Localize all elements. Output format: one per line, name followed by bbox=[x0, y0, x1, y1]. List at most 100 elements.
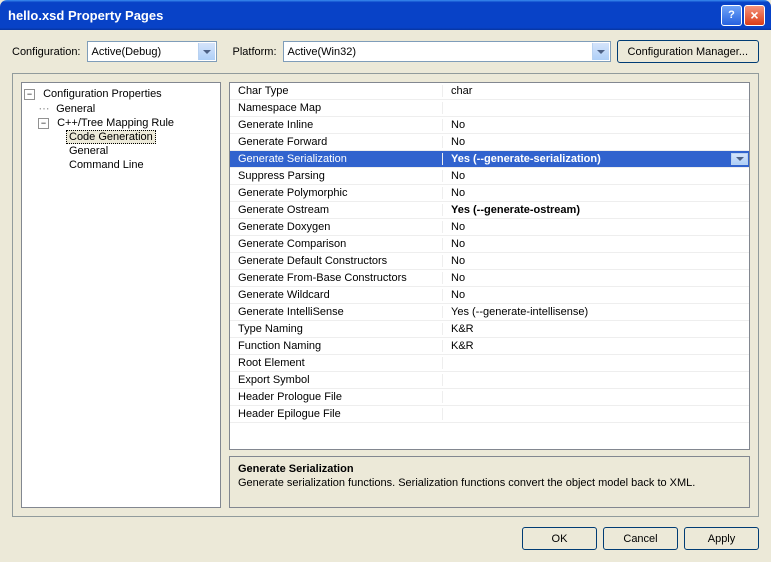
platform-label: Platform: bbox=[233, 46, 277, 58]
property-value[interactable]: No bbox=[443, 255, 749, 267]
chevron-down-icon[interactable] bbox=[592, 43, 609, 60]
property-name: Header Epilogue File bbox=[230, 408, 443, 420]
property-row[interactable]: Generate WildcardNo bbox=[230, 287, 749, 304]
dialog-content: Configuration: Active(Debug) Platform: A… bbox=[0, 30, 771, 560]
close-button[interactable]: × bbox=[744, 5, 765, 26]
property-row[interactable]: Generate InlineNo bbox=[230, 117, 749, 134]
cancel-button[interactable]: Cancel bbox=[603, 527, 678, 550]
property-value[interactable]: char bbox=[443, 85, 749, 97]
tree-item-configuration-properties[interactable]: Configuration Properties bbox=[40, 87, 165, 101]
property-value[interactable]: K&R bbox=[443, 340, 749, 352]
property-grid: Char TypecharNamespace MapGenerate Inlin… bbox=[229, 82, 750, 450]
property-row[interactable]: Function NamingK&R bbox=[230, 338, 749, 355]
property-row[interactable]: Generate Default ConstructorsNo bbox=[230, 253, 749, 270]
tree-root: − Configuration Properties bbox=[24, 87, 218, 101]
description-panel: Generate Serialization Generate serializ… bbox=[229, 456, 750, 508]
property-name: Export Symbol bbox=[230, 374, 443, 386]
property-value[interactable]: K&R bbox=[443, 323, 749, 335]
description-text: Generate serialization functions. Serial… bbox=[238, 477, 741, 489]
tree-item-mapping-rule[interactable]: C++/Tree Mapping Rule bbox=[54, 116, 177, 130]
configuration-combo[interactable]: Active(Debug) bbox=[87, 41, 217, 62]
property-row[interactable]: Header Epilogue File bbox=[230, 406, 749, 423]
property-name: Generate Default Constructors bbox=[230, 255, 443, 267]
platform-combo[interactable]: Active(Win32) bbox=[283, 41, 611, 62]
property-name: Generate Doxygen bbox=[230, 221, 443, 233]
property-row[interactable]: Generate SerializationYes (--generate-se… bbox=[230, 151, 749, 168]
property-name: Namespace Map bbox=[230, 102, 443, 114]
property-name: Generate Comparison bbox=[230, 238, 443, 250]
property-name: Type Naming bbox=[230, 323, 443, 335]
property-row[interactable]: Generate IntelliSenseYes (--generate-int… bbox=[230, 304, 749, 321]
property-name: Generate Inline bbox=[230, 119, 443, 131]
property-name: Generate Ostream bbox=[230, 204, 443, 216]
property-row[interactable]: Generate ForwardNo bbox=[230, 134, 749, 151]
configuration-manager-button[interactable]: Configuration Manager... bbox=[617, 40, 759, 63]
tree-item: Code Generation bbox=[24, 130, 218, 144]
property-value[interactable]: No bbox=[443, 187, 749, 199]
chevron-down-icon[interactable] bbox=[731, 153, 748, 165]
property-name: Generate Polymorphic bbox=[230, 187, 443, 199]
cancel-label: Cancel bbox=[623, 533, 657, 545]
property-name: Generate Forward bbox=[230, 136, 443, 148]
property-name: Generate IntelliSense bbox=[230, 306, 443, 318]
property-row[interactable]: Generate PolymorphicNo bbox=[230, 185, 749, 202]
property-row[interactable]: Type NamingK&R bbox=[230, 321, 749, 338]
configuration-label: Configuration: bbox=[12, 46, 81, 58]
property-row[interactable]: Root Element bbox=[230, 355, 749, 372]
property-value[interactable]: Yes (--generate-serialization) bbox=[443, 153, 749, 165]
tree-collapse-icon[interactable]: − bbox=[24, 89, 35, 100]
property-name: Header Prologue File bbox=[230, 391, 443, 403]
property-name: Root Element bbox=[230, 357, 443, 369]
help-button[interactable]: ? bbox=[721, 5, 742, 26]
tree-item: General bbox=[24, 144, 218, 158]
property-value[interactable]: No bbox=[443, 289, 749, 301]
property-name: Generate Serialization bbox=[230, 153, 443, 165]
property-row[interactable]: Generate ComparisonNo bbox=[230, 236, 749, 253]
window-title: hello.xsd Property Pages bbox=[6, 8, 719, 23]
property-name: Suppress Parsing bbox=[230, 170, 443, 182]
tree-item-general[interactable]: General bbox=[53, 102, 98, 116]
property-name: Generate From-Base Constructors bbox=[230, 272, 443, 284]
right-panel: Char TypecharNamespace MapGenerate Inlin… bbox=[229, 82, 750, 508]
property-row[interactable]: Generate DoxygenNo bbox=[230, 219, 749, 236]
property-name: Char Type bbox=[230, 85, 443, 97]
property-row[interactable]: Generate OstreamYes (--generate-ostream) bbox=[230, 202, 749, 219]
button-row: OK Cancel Apply bbox=[12, 527, 759, 550]
apply-button[interactable]: Apply bbox=[684, 527, 759, 550]
property-name: Generate Wildcard bbox=[230, 289, 443, 301]
property-name: Function Naming bbox=[230, 340, 443, 352]
property-value[interactable]: No bbox=[443, 272, 749, 284]
tree-item-command-line[interactable]: Command Line bbox=[66, 158, 147, 172]
tree-item: ⋯ General bbox=[24, 101, 218, 116]
ok-button[interactable]: OK bbox=[522, 527, 597, 550]
tree-collapse-icon[interactable]: − bbox=[38, 118, 49, 129]
property-row[interactable]: Generate From-Base ConstructorsNo bbox=[230, 270, 749, 287]
property-row[interactable]: Namespace Map bbox=[230, 100, 749, 117]
configuration-value: Active(Debug) bbox=[92, 46, 162, 58]
platform-value: Active(Win32) bbox=[288, 46, 356, 58]
property-value[interactable]: No bbox=[443, 136, 749, 148]
property-row[interactable]: Suppress ParsingNo bbox=[230, 168, 749, 185]
property-row[interactable]: Export Symbol bbox=[230, 372, 749, 389]
description-title: Generate Serialization bbox=[238, 463, 741, 475]
titlebar: hello.xsd Property Pages ? × bbox=[0, 0, 771, 30]
property-row[interactable]: Header Prologue File bbox=[230, 389, 749, 406]
main-area: − Configuration Properties ⋯ General − C… bbox=[12, 73, 759, 517]
property-value[interactable]: No bbox=[443, 221, 749, 233]
tree-panel: − Configuration Properties ⋯ General − C… bbox=[21, 82, 221, 508]
property-value[interactable]: Yes (--generate-intellisense) bbox=[443, 306, 749, 318]
tree-item-general-sub[interactable]: General bbox=[66, 144, 111, 158]
apply-label: Apply bbox=[708, 533, 736, 545]
chevron-down-icon[interactable] bbox=[198, 43, 215, 60]
tree-item: Command Line bbox=[24, 158, 218, 172]
property-value[interactable]: No bbox=[443, 238, 749, 250]
property-value[interactable]: Yes (--generate-ostream) bbox=[443, 204, 749, 216]
ok-label: OK bbox=[552, 533, 568, 545]
property-value[interactable]: No bbox=[443, 170, 749, 182]
configuration-manager-label: Configuration Manager... bbox=[628, 46, 748, 58]
tree-line: ⋯ bbox=[38, 102, 50, 115]
config-row: Configuration: Active(Debug) Platform: A… bbox=[12, 40, 759, 63]
property-row[interactable]: Char Typechar bbox=[230, 83, 749, 100]
property-value[interactable]: No bbox=[443, 119, 749, 131]
tree-item-code-generation[interactable]: Code Generation bbox=[66, 130, 156, 144]
